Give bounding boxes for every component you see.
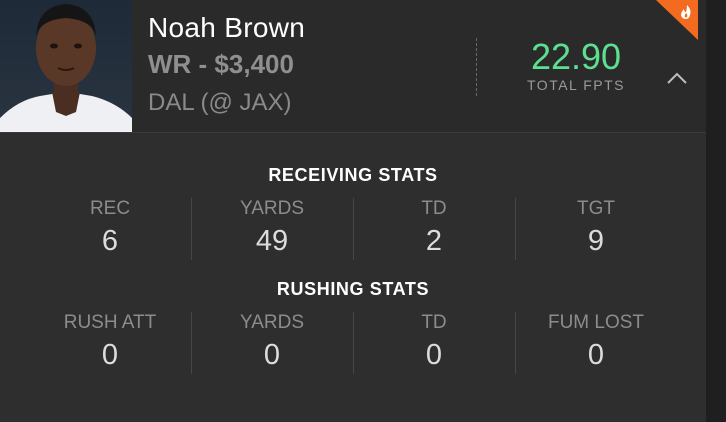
- stat-label: TGT: [577, 198, 615, 219]
- hot-badge: [656, 0, 698, 40]
- stat-label: YARDS: [239, 312, 305, 333]
- stat-value: 49: [255, 225, 289, 257]
- total-fpts-value: 22.90: [530, 36, 622, 77]
- receiving-stat-yards: YARDS 49: [191, 198, 353, 258]
- scrollbar-track[interactable]: [706, 0, 726, 422]
- player-headshot: [0, 0, 132, 132]
- stat-value: 0: [101, 339, 119, 371]
- stat-label: RUSH ATT: [63, 312, 157, 333]
- rushing-stats-title: RUSHING STATS: [276, 279, 430, 299]
- rushing-stat-rush-att: RUSH ATT 0: [29, 312, 191, 372]
- rushing-stat-yards: YARDS 0: [191, 312, 353, 372]
- stat-value: 9: [587, 225, 605, 257]
- stat-value: 2: [425, 225, 443, 257]
- player-position-salary: WR - $3,400: [148, 49, 294, 79]
- stat-label: REC: [89, 198, 131, 219]
- stat-label: TD: [421, 312, 447, 333]
- collapse-button[interactable]: [662, 64, 692, 94]
- stat-value: 6: [101, 225, 119, 257]
- player-game-matchup: DAL (@ JAX): [148, 89, 292, 116]
- rushing-stat-fum-lost: FUM LOST 0: [515, 312, 677, 372]
- player-name: Noah Brown: [148, 12, 306, 43]
- stat-value: 0: [263, 339, 281, 371]
- header-divider: [476, 38, 477, 96]
- chevron-up-icon: [667, 72, 687, 84]
- stat-label: TD: [421, 198, 447, 219]
- stat-value: 0: [587, 339, 605, 371]
- stat-label: YARDS: [239, 198, 305, 219]
- receiving-stat-rec: REC 6: [29, 198, 191, 258]
- stat-label: FUM LOST: [547, 312, 645, 333]
- player-card-header: Noah Brown WR - $3,400 DAL (@ JAX) 22.90…: [0, 0, 706, 133]
- receiving-stat-td: TD 2: [353, 198, 515, 258]
- stat-value: 0: [425, 339, 443, 371]
- rushing-stat-td: TD 0: [353, 312, 515, 372]
- total-fpts-label: TOTAL FPTS: [527, 77, 625, 93]
- receiving-stat-tgt: TGT 9: [515, 198, 677, 258]
- receiving-stats-title: RECEIVING STATS: [268, 165, 438, 185]
